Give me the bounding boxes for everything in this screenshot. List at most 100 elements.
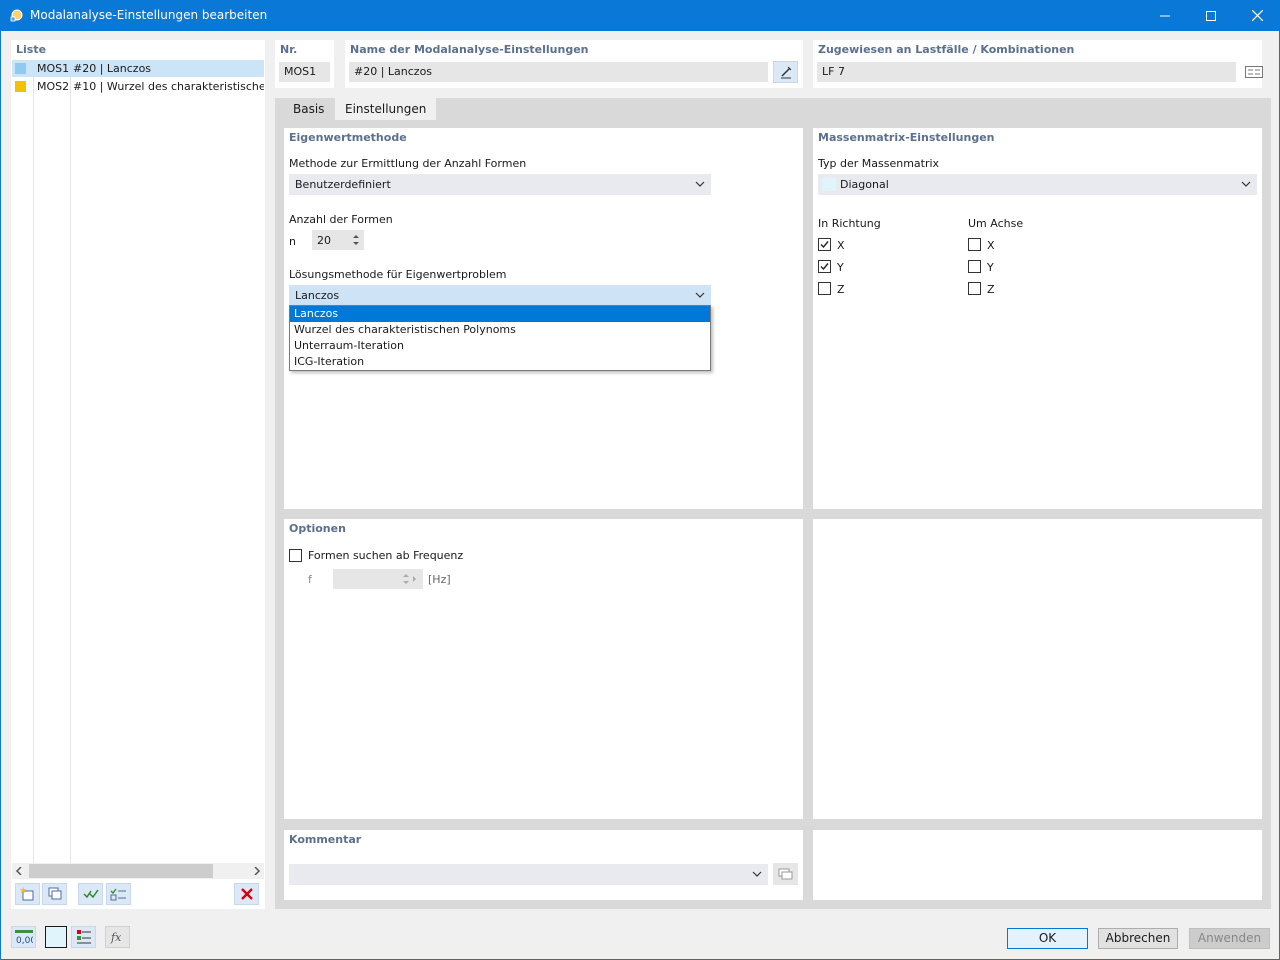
empty-comment-panel (813, 830, 1262, 900)
display-options-button[interactable] (71, 926, 96, 948)
select-loadcases-button[interactable] (1241, 61, 1266, 83)
frequency-input[interactable] (333, 569, 423, 589)
stepper-arrows-icon[interactable] (352, 233, 360, 247)
name-field[interactable]: #20 | Lanczos (349, 62, 768, 82)
chevron-down-icon (695, 292, 705, 298)
empty-panel (813, 519, 1262, 819)
display-options-icon (76, 930, 91, 944)
svg-text:0,00: 0,00 (16, 936, 33, 944)
comment-library-button[interactable] (773, 863, 798, 885)
list-item[interactable]: MOS2 #10 | Wurzel des charakteristischen… (12, 78, 264, 95)
options-panel: Optionen Formen suchen ab Frequenz f [Hz… (284, 519, 803, 819)
method-select[interactable]: Benutzerdefiniert (289, 174, 711, 195)
solver-select[interactable]: Lanczos (289, 285, 711, 306)
f-unit: [Hz] (428, 573, 451, 586)
solver-label: Lösungsmethode für Eigenwertproblem (289, 268, 507, 281)
maximize-icon (1206, 10, 1216, 21)
mass-type-value: Diagonal (840, 178, 889, 191)
scroll-left-icon[interactable] (15, 867, 23, 875)
chevron-down-icon (752, 871, 762, 877)
axis-x-checkbox[interactable] (968, 238, 981, 251)
f-label: f (308, 573, 312, 586)
nr-field: MOS1 (279, 62, 330, 82)
mass-matrix-panel: Massenmatrix-Einstellungen Typ der Masse… (813, 128, 1262, 509)
method-label: Methode zur Ermittlung der Anzahl Formen (289, 157, 527, 170)
count-label: Anzahl der Formen (289, 213, 393, 226)
direction-x-label: X (837, 239, 845, 252)
tab-einstellungen[interactable]: Einstellungen (335, 98, 437, 120)
checkmark-icon (820, 263, 829, 271)
search-frequency-checkbox[interactable] (289, 549, 302, 562)
axis-z-checkbox[interactable] (968, 282, 981, 295)
color-swatch (15, 81, 26, 92)
dropdown-option-lanczos[interactable]: Lanczos (290, 306, 710, 322)
copy-icon (48, 887, 61, 900)
delete-item-button[interactable] (234, 883, 259, 905)
comment-library-icon (778, 868, 792, 880)
window-title: Modalanalyse-Einstellungen bearbeiten (30, 8, 268, 22)
direction-z-checkbox[interactable] (818, 282, 831, 295)
horizontal-scrollbar[interactable] (12, 863, 264, 879)
direction-y-label: Y (837, 261, 844, 274)
dropdown-option-wurzel[interactable]: Wurzel des charakteristischen Polynoms (290, 322, 710, 338)
nr-label: Nr. (280, 43, 298, 56)
list-item-label: #20 | Lanczos (73, 62, 152, 75)
units-button[interactable]: 0,00 (11, 926, 36, 948)
comment-select[interactable] (289, 864, 768, 885)
tab-basis[interactable]: Basis (283, 98, 335, 120)
new-item-button[interactable] (15, 883, 40, 905)
edit-name-button[interactable] (773, 61, 798, 83)
list-item-label: #10 | Wurzel des charakteristischen P (73, 80, 264, 93)
check-all-icon (82, 889, 99, 899)
name-label: Name der Modalanalyse-Einstellungen (350, 43, 589, 56)
n-stepper[interactable]: 20 (312, 230, 364, 250)
solver-dropdown-list: Lanczos Wurzel des charakteristischen Po… (289, 305, 711, 371)
mass-type-select[interactable]: Diagonal (818, 174, 1257, 195)
check-selected-button[interactable] (106, 883, 131, 905)
edit-icon (780, 66, 791, 79)
close-icon (1251, 10, 1263, 21)
color-swatch (15, 63, 26, 74)
dropdown-option-icg[interactable]: ICG-Iteration (290, 354, 710, 370)
axis-y-checkbox[interactable] (968, 260, 981, 273)
axis-z-label: Z (987, 283, 995, 296)
check-all-button[interactable] (78, 883, 103, 905)
search-frequency-label: Formen suchen ab Frequenz (308, 549, 464, 562)
list-item[interactable]: MOS1 #20 | Lanczos (12, 60, 264, 77)
settings-app-icon (10, 9, 23, 22)
direction-x-checkbox[interactable] (818, 238, 831, 251)
copy-item-button[interactable] (42, 883, 67, 905)
ok-button[interactable]: OK (1007, 928, 1088, 949)
stepper-arrows-icon[interactable] (402, 572, 418, 586)
apply-button[interactable]: Anwenden (1189, 928, 1270, 949)
decimal-units-icon: 0,00 (14, 930, 33, 944)
axis-y-label: Y (987, 261, 994, 274)
color-button[interactable] (45, 926, 67, 948)
direction-y-checkbox[interactable] (818, 260, 831, 273)
scroll-right-icon[interactable] (253, 867, 261, 875)
list-header: Liste (16, 43, 47, 56)
mass-title: Massenmatrix-Einstellungen (818, 131, 995, 144)
checkmark-icon (820, 241, 829, 249)
n-value: 20 (317, 234, 331, 247)
dialog-window: Liste MOS1 #20 | Lanczos MOS2 #10 | Wurz… (0, 31, 1280, 960)
list-select-icon (1244, 66, 1263, 78)
eigenvalue-title: Eigenwertmethode (289, 131, 407, 144)
comment-panel: Kommentar (284, 830, 803, 900)
dropdown-option-unterraum[interactable]: Unterraum-Iteration (290, 338, 710, 354)
formula-icon: fx (110, 931, 122, 944)
nr-panel: Nr. MOS1 (275, 40, 334, 88)
minimize-button[interactable] (1142, 0, 1188, 31)
mass-type-label: Typ der Massenmatrix (818, 157, 940, 170)
maximize-button[interactable] (1188, 0, 1234, 31)
assigned-field[interactable]: LF 7 (817, 62, 1236, 82)
comment-title: Kommentar (289, 833, 362, 846)
formula-button[interactable]: fx (105, 926, 130, 948)
close-button[interactable] (1234, 0, 1280, 31)
cancel-button[interactable]: Abbrechen (1098, 928, 1178, 949)
name-panel: Name der Modalanalyse-Einstellungen #20 … (345, 40, 803, 88)
color-swatch (822, 178, 836, 191)
solver-value: Lanczos (295, 289, 340, 302)
title-bar: Modalanalyse-Einstellungen bearbeiten (0, 0, 1280, 31)
scrollbar-thumb[interactable] (29, 864, 213, 878)
